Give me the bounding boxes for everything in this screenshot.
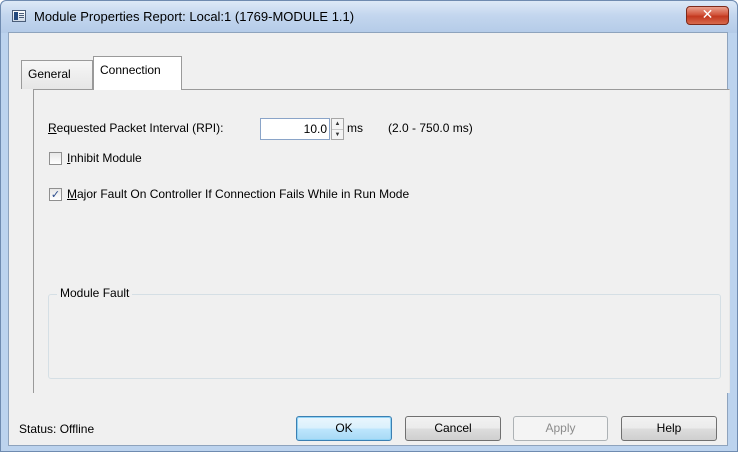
close-icon: ✕ (701, 7, 714, 23)
module-fault-groupbox (48, 294, 721, 379)
window-title: Module Properties Report: Local:1 (1769-… (34, 9, 355, 24)
tab-general[interactable]: General (21, 60, 93, 89)
title-bar[interactable]: Module Properties Report: Local:1 (1769-… (1, 1, 737, 33)
rpi-input[interactable]: 10.0 (260, 118, 330, 140)
ok-button[interactable]: OK (296, 416, 392, 441)
help-button[interactable]: Help (621, 416, 717, 441)
tab-general-label: General (28, 67, 71, 81)
cancel-button[interactable]: Cancel (405, 416, 501, 441)
inhibit-module-label[interactable]: Inhibit Module (67, 151, 142, 165)
tab-connection-label: Connection (100, 63, 161, 77)
major-fault-label-text: ajor Fault On Controller If Connection F… (77, 187, 410, 201)
rpi-range: (2.0 - 750.0 ms) (388, 121, 473, 135)
apply-button[interactable]: Apply (513, 416, 608, 441)
status-text: Status: Offline (19, 422, 95, 436)
spin-up-icon[interactable]: ▲ (332, 119, 343, 130)
window-app-icon (12, 10, 26, 22)
major-fault-checkbox[interactable]: ✓ (49, 188, 62, 201)
spin-down-icon[interactable]: ▼ (332, 130, 343, 140)
tab-connection[interactable]: Connection (93, 56, 182, 90)
rpi-label: Requested Packet Interval (RPI): (48, 121, 223, 135)
rpi-label-accelerator: R (48, 121, 57, 135)
major-fault-label[interactable]: Major Fault On Controller If Connection … (67, 187, 409, 201)
rpi-spinner[interactable]: ▲ ▼ (331, 118, 344, 140)
inhibit-label-text: nhibit Module (70, 151, 142, 165)
major-fault-label-accelerator: M (67, 187, 77, 201)
module-fault-label: Module Fault (57, 286, 133, 300)
checkmark-icon: ✓ (50, 188, 61, 201)
inhibit-module-checkbox[interactable] (49, 152, 62, 165)
close-button[interactable]: ✕ (686, 6, 729, 25)
rpi-unit: ms (347, 121, 363, 135)
rpi-label-text: equested Packet Interval (RPI): (56, 121, 224, 135)
